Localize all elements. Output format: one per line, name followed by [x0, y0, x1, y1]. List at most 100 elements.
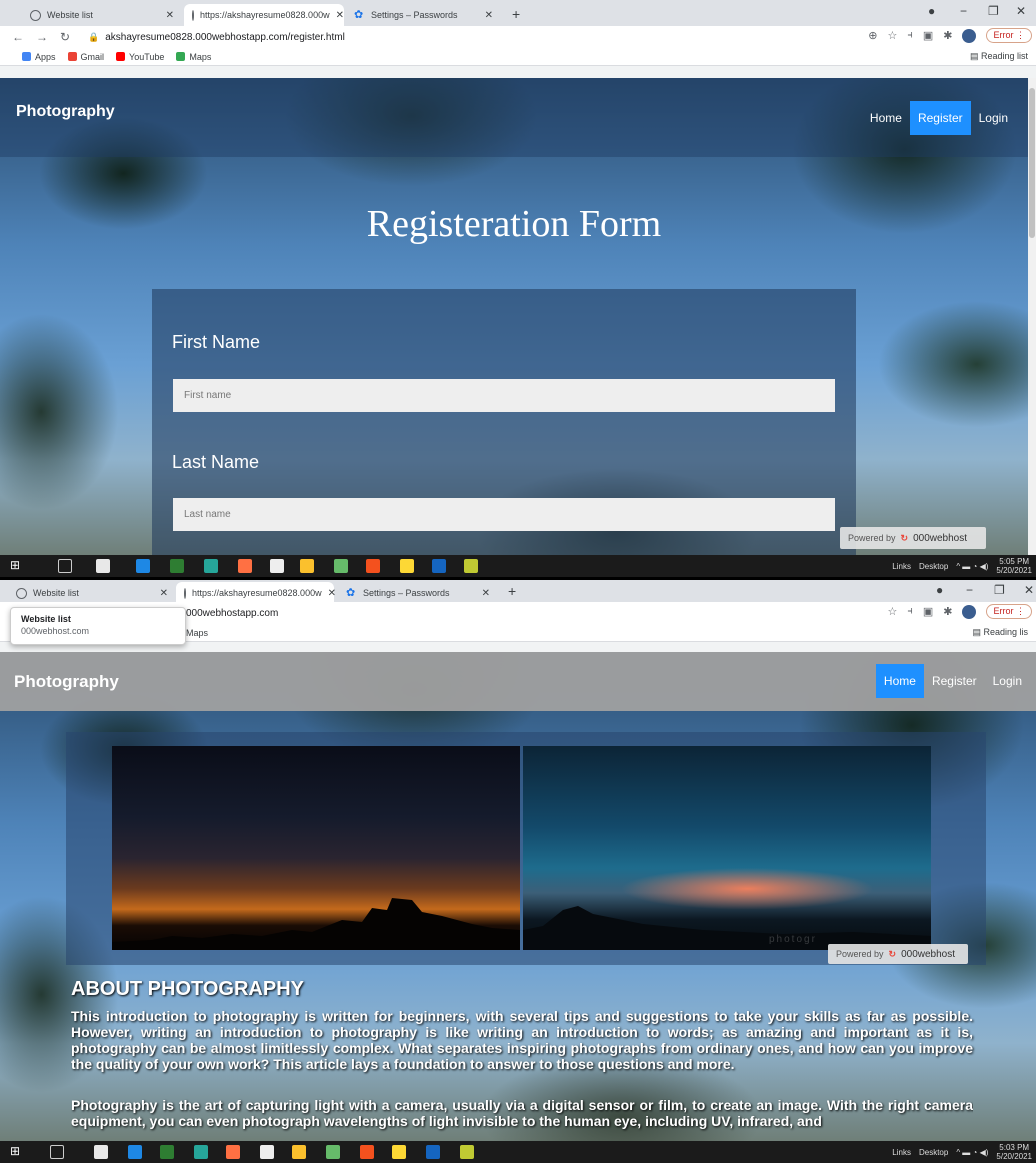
nav-login[interactable]: Login — [985, 664, 1030, 698]
close-window-button[interactable]: ✕ — [1016, 4, 1026, 18]
url-field[interactable]: 🔒 akshayresume0828.000webhostapp.com/reg… — [88, 29, 345, 45]
app-icon-yellow[interactable] — [460, 1145, 474, 1159]
windows-start-icon[interactable]: ⊞ — [10, 558, 20, 572]
back-arrow-icon[interactable]: ← — [12, 30, 24, 44]
site-brand[interactable]: Photography — [16, 103, 115, 121]
task-view-icon[interactable] — [50, 1145, 64, 1159]
links-toolbar[interactable]: Links — [892, 562, 911, 571]
nav-home[interactable]: Home — [862, 101, 910, 135]
app-icon-yellow[interactable] — [464, 559, 478, 573]
forward-arrow-icon[interactable]: → — [36, 30, 48, 44]
tray-icons[interactable]: ^ ▬ ◔ ◀) — [956, 1148, 988, 1157]
avatar[interactable] — [962, 604, 977, 619]
reading-list[interactable]: ▤ Reading list — [970, 51, 1028, 62]
tab-settings-passwords[interactable]: ✿ Settings – Passwords ✕ — [338, 582, 498, 604]
firefox-icon[interactable] — [238, 559, 252, 573]
nav-register[interactable]: Register — [924, 664, 985, 698]
bookmark-gmail[interactable]: Gmail — [67, 52, 104, 62]
profile-icon[interactable]: ● — [928, 4, 935, 18]
tray-icons[interactable]: ^ ▬ ◔ ◀) — [956, 562, 988, 571]
app-icon-green[interactable] — [160, 1145, 174, 1159]
last-name-input[interactable] — [173, 498, 835, 531]
extension-icon-2[interactable]: ▣ — [923, 29, 933, 42]
bookmark-apps[interactable]: Apps — [22, 52, 56, 62]
tab-home-page[interactable]: https://akshayresume0828.000w ✕ — [176, 582, 336, 604]
reading-list[interactable]: ▤ Reading lis — [972, 627, 1028, 638]
powered-by-badge[interactable]: Powered by ↻ 000webhost — [840, 527, 986, 549]
error-badge[interactable]: Error ⋮ — [986, 28, 1032, 43]
nav-home[interactable]: Home — [875, 664, 924, 698]
profile-icon[interactable]: ● — [936, 583, 943, 597]
tab-website-list[interactable]: Website list ✕ — [8, 582, 176, 604]
close-icon[interactable]: ✕ — [160, 588, 168, 599]
notes-icon[interactable] — [270, 559, 284, 573]
notes-icon[interactable] — [260, 1145, 274, 1159]
bookmark-label: Maps — [189, 51, 212, 62]
url-field[interactable]: 000webhostapp.com — [186, 605, 278, 621]
star-icon[interactable]: ☆ — [887, 605, 897, 618]
app-icon-teal[interactable] — [204, 559, 218, 573]
file-explorer-icon[interactable] — [400, 559, 414, 573]
desktop-toolbar[interactable]: Desktop — [919, 562, 948, 571]
bookmark-maps[interactable]: Maps — [176, 52, 211, 62]
clock[interactable]: 5:05 PM 5/20/2021 — [996, 557, 1032, 575]
close-icon[interactable]: ✕ — [166, 10, 174, 21]
app-icon-box[interactable] — [326, 1145, 340, 1159]
tab-website-list[interactable]: Website list ✕ — [22, 4, 182, 26]
close-icon[interactable]: ✕ — [328, 588, 336, 599]
tab-settings-passwords[interactable]: ✿ Settings – Passwords ✕ — [346, 4, 501, 26]
puzzle-icon[interactable]: ✱ — [943, 605, 952, 618]
error-badge[interactable]: Error ⋮ — [986, 604, 1032, 619]
close-icon[interactable]: ✕ — [485, 10, 493, 21]
close-icon[interactable]: ✕ — [336, 10, 344, 21]
sunset-photo-2[interactable]: photogr — [523, 746, 931, 950]
bookmark-maps[interactable]: Maps — [186, 628, 208, 638]
store-icon[interactable] — [94, 1145, 108, 1159]
word-icon[interactable] — [426, 1145, 440, 1159]
chrome-active-icon[interactable] — [360, 1145, 374, 1159]
nav-register[interactable]: Register — [909, 101, 971, 135]
first-name-input[interactable] — [173, 379, 835, 412]
extension-icon[interactable]: ⫞ — [907, 605, 913, 618]
links-toolbar[interactable]: Links — [892, 1148, 911, 1157]
desktop-toolbar[interactable]: Desktop — [919, 1148, 948, 1157]
windows-start-icon[interactable]: ⊞ — [10, 1144, 20, 1158]
ie-icon[interactable] — [136, 559, 150, 573]
chrome-icon[interactable] — [300, 559, 314, 573]
star-icon[interactable]: ☆ — [887, 29, 897, 42]
bookmark-youtube[interactable]: YouTube — [116, 52, 164, 62]
maximize-button[interactable]: ❐ — [994, 583, 1005, 597]
chrome-icon[interactable] — [292, 1145, 306, 1159]
page-scrollbar[interactable] — [1028, 78, 1036, 555]
file-explorer-icon[interactable] — [392, 1145, 406, 1159]
clock[interactable]: 5:03 PM 5/20/2021 — [996, 1143, 1032, 1161]
maximize-button[interactable]: ❐ — [988, 4, 999, 18]
tab-register-page[interactable]: https://akshayresume0828.000w ✕ — [184, 4, 344, 26]
firefox-icon[interactable] — [226, 1145, 240, 1159]
powered-by-badge[interactable]: Powered by ↻ 000webhost — [828, 944, 968, 964]
app-icon-teal[interactable] — [194, 1145, 208, 1159]
store-icon[interactable] — [96, 559, 110, 573]
nav-login[interactable]: Login — [971, 101, 1016, 135]
site-brand[interactable]: Photography — [14, 672, 119, 692]
extension-icon[interactable]: ⫞ — [907, 29, 913, 42]
task-view-icon[interactable] — [58, 559, 72, 573]
scroll-thumb[interactable] — [1029, 88, 1035, 238]
minimize-button[interactable]: − — [960, 4, 967, 18]
chrome-active-icon[interactable] — [366, 559, 380, 573]
close-icon[interactable]: ✕ — [482, 588, 490, 599]
extension-icon-2[interactable]: ▣ — [923, 605, 933, 618]
reload-icon[interactable]: ↻ — [60, 30, 70, 44]
ie-icon[interactable] — [128, 1145, 142, 1159]
new-tab-button[interactable]: + — [512, 6, 520, 22]
new-tab-button[interactable]: + — [508, 583, 516, 599]
avatar[interactable] — [962, 28, 977, 43]
zoom-icon[interactable]: ⊕ — [868, 29, 877, 42]
app-icon-green[interactable] — [170, 559, 184, 573]
minimize-button[interactable]: − — [966, 583, 973, 597]
sunset-photo-1[interactable] — [112, 746, 520, 950]
app-icon-box[interactable] — [334, 559, 348, 573]
close-window-button[interactable]: ✕ — [1024, 583, 1034, 597]
word-icon[interactable] — [432, 559, 446, 573]
puzzle-icon[interactable]: ✱ — [943, 29, 952, 42]
